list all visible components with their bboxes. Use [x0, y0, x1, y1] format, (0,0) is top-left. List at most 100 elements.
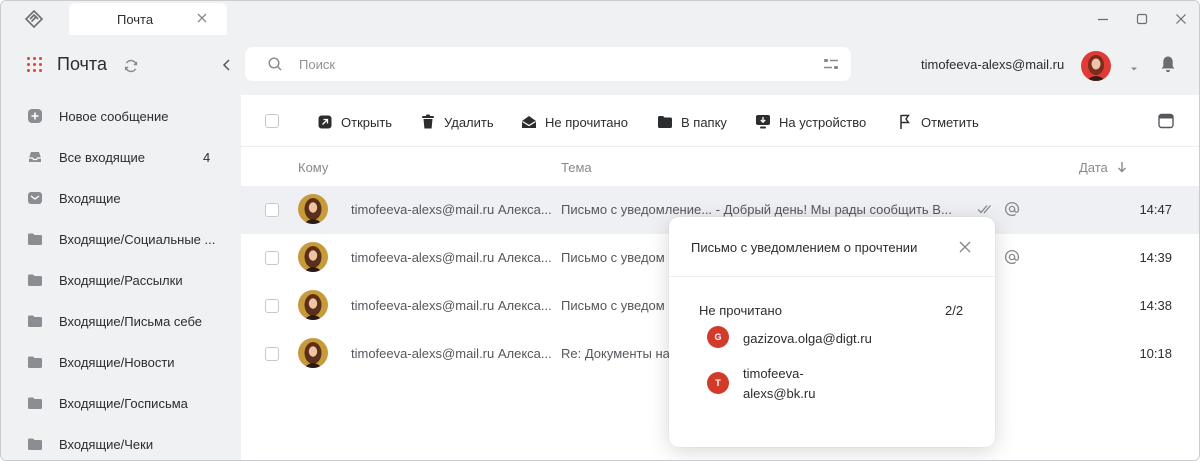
- download-device-icon: [755, 114, 771, 130]
- folder-icon: [27, 272, 43, 288]
- sidebar-header: Почта: [1, 49, 241, 83]
- account-avatar[interactable]: [1081, 51, 1111, 81]
- flag-button-label: Отметить: [921, 114, 979, 130]
- row-checkbox[interactable]: [265, 299, 279, 313]
- folder-icon: [27, 231, 43, 247]
- row-time: 14:38: [1139, 298, 1172, 313]
- sidebar-item-label: Входящие: [59, 191, 121, 206]
- search-box[interactable]: [245, 47, 851, 81]
- sidebar-item-all-inbox[interactable]: Все входящие 4: [1, 140, 241, 174]
- row-recipient: timofeeva-alexs@mail.ru Алекса...: [351, 298, 552, 313]
- folder-icon: [27, 436, 43, 452]
- mail-window: Почта Почта Новое сообщение Все входящие…: [0, 0, 1200, 461]
- bell-icon[interactable]: [1160, 55, 1176, 73]
- divider: [669, 276, 995, 277]
- sidebar-item-label: Входящие/Госписьма: [59, 396, 188, 411]
- row-recipient: timofeeva-alexs@mail.ru Алекса...: [351, 250, 552, 265]
- avatar: [298, 242, 328, 272]
- select-all-checkbox[interactable]: [265, 114, 279, 128]
- sidebar-item-folder-social[interactable]: Входящие/Социальные ...: [1, 222, 241, 256]
- app-logo-icon: [23, 8, 45, 30]
- read-receipt-popup: Письмо с уведомлением о прочтении Не про…: [669, 217, 995, 447]
- row-recipient: timofeeva-alexs@mail.ru Алекса...: [351, 202, 552, 217]
- save-to-device-button[interactable]: На устройство: [755, 112, 866, 132]
- search-filter-icon[interactable]: [823, 57, 839, 71]
- refresh-icon[interactable]: [123, 58, 139, 74]
- avatar: [298, 290, 328, 320]
- column-subject[interactable]: Тема: [561, 160, 592, 175]
- row-time: 10:18: [1139, 346, 1172, 361]
- row-checkbox[interactable]: [265, 203, 279, 217]
- flag-button[interactable]: Отметить: [897, 112, 979, 132]
- open-button-label: Открыть: [341, 114, 393, 130]
- sidebar-item-folder-mailings[interactable]: Входящие/Рассылки: [1, 263, 241, 297]
- sidebar-item-new-message[interactable]: Новое сообщение: [1, 99, 241, 133]
- folder-icon: [27, 354, 43, 370]
- sidebar-item-label: Входящие/Письма себе: [59, 314, 203, 329]
- sort-desc-icon[interactable]: [1117, 161, 1127, 173]
- row-time: 14:47: [1139, 202, 1172, 217]
- row-recipient: timofeeva-alexs@mail.ru Алекса...: [351, 346, 552, 361]
- account-email[interactable]: timofeeva-alexs@mail.ru: [921, 57, 1064, 72]
- envelope-icon: [27, 190, 43, 206]
- top-bar: timofeeva-alexs@mail.ru: [241, 35, 1199, 95]
- avatar: [298, 194, 328, 224]
- avatar: [298, 338, 328, 368]
- envelope-open-icon: [521, 114, 537, 130]
- column-date[interactable]: Дата: [1079, 160, 1108, 175]
- search-icon: [267, 56, 283, 72]
- close-tab-icon[interactable]: [195, 11, 209, 25]
- delete-button[interactable]: Удалить: [420, 112, 494, 132]
- sidebar-item-label: Входящие/Чеки: [59, 437, 154, 452]
- row-checkbox[interactable]: [265, 251, 279, 265]
- column-to[interactable]: Кому: [298, 160, 328, 175]
- sidebar-item-folder-receipts[interactable]: Входящие/Чеки: [1, 427, 241, 460]
- close-window-icon[interactable]: [1171, 9, 1191, 29]
- delete-button-label: Удалить: [444, 114, 494, 130]
- at-sign-icon: [1003, 200, 1021, 218]
- sidebar-item-folder-self[interactable]: Входящие/Письма себе: [1, 304, 241, 338]
- popup-title: Письмо с уведомлением о прочтении: [691, 240, 918, 255]
- inbox-tray-icon: [27, 149, 43, 165]
- move-to-folder-button[interactable]: В папку: [657, 112, 727, 132]
- close-icon[interactable]: [957, 239, 973, 255]
- flag-icon: [897, 114, 913, 130]
- layout-toggle-icon[interactable]: [1158, 113, 1174, 129]
- sidebar-item-folder-news[interactable]: Входящие/Новости: [1, 345, 241, 379]
- sidebar-item-inbox[interactable]: Входящие: [1, 181, 241, 215]
- apps-grid-icon[interactable]: [27, 57, 42, 72]
- row-subject: Письмо с уведомление... - Добрый день! М…: [561, 202, 952, 217]
- open-external-icon: [317, 114, 333, 130]
- sidebar-item-folder-gov[interactable]: Входящие/Госписьма: [1, 386, 241, 420]
- popup-status-label: Не прочитано: [699, 303, 782, 318]
- mark-unread-button[interactable]: Не прочитано: [521, 112, 628, 132]
- chevron-down-icon[interactable]: [1129, 61, 1139, 71]
- move-to-folder-label: В папку: [681, 114, 727, 130]
- tab-label: Почта: [117, 12, 154, 27]
- sidebar-item-label: Все входящие: [59, 150, 146, 165]
- search-input[interactable]: [299, 55, 779, 73]
- row-checkbox[interactable]: [265, 347, 279, 361]
- save-to-device-label: На устройство: [779, 114, 867, 130]
- minimize-icon[interactable]: [1093, 9, 1113, 29]
- sidebar-item-label: Входящие/Социальные ...: [59, 232, 216, 247]
- column-header: Кому Тема Дата: [241, 147, 1199, 187]
- recipient-email: timofeeva- alexs@bk.ru: [743, 366, 816, 401]
- row-time: 14:39: [1139, 250, 1172, 265]
- sidebar-title: Почта: [57, 54, 107, 74]
- sidebar: Почта Новое сообщение Все входящие 4 Вхо…: [1, 35, 241, 460]
- maximize-icon[interactable]: [1132, 9, 1152, 29]
- folder-icon: [27, 313, 43, 329]
- open-button[interactable]: Открыть: [317, 112, 392, 132]
- recipient-email: gazizova.olga@digt.ru: [743, 331, 872, 346]
- toolbar: Открыть Удалить Не прочитано В папку На …: [241, 95, 1199, 147]
- sidebar-item-label: Входящие/Рассылки: [59, 273, 183, 288]
- title-bar: Почта: [1, 1, 1199, 35]
- collapse-sidebar-icon[interactable]: [221, 58, 233, 72]
- plus-circle-icon: [27, 108, 43, 124]
- tab-mail[interactable]: Почта: [69, 3, 227, 35]
- recipient-avatar: T: [707, 372, 729, 394]
- read-receipt-icon: [977, 200, 995, 218]
- sidebar-item-label: Входящие/Новости: [59, 355, 175, 370]
- sidebar-item-label: Новое сообщение: [59, 109, 169, 124]
